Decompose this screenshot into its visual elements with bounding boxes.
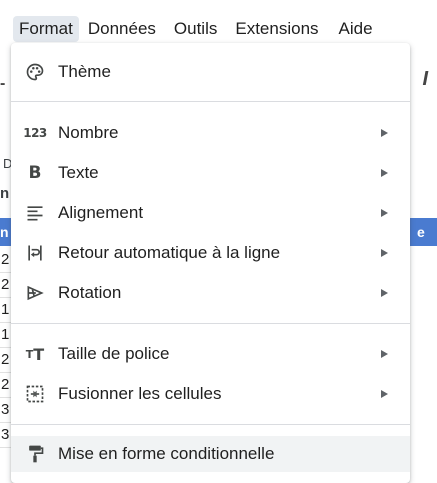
menu-item-label: Rotation: [58, 283, 122, 302]
bold-icon: B: [28, 163, 42, 183]
merge-cells-icon: [24, 383, 46, 405]
submenu-arrow-icon: [381, 169, 388, 177]
menu-item-label: Fusionner les cellules: [58, 384, 222, 403]
submenu-arrow-icon: [381, 350, 388, 358]
menu-item-text-wrapping[interactable]: Retour automatique à la ligne: [11, 235, 410, 271]
submenu-arrow-icon: [381, 129, 388, 137]
menu-item-merge-cells[interactable]: Fusionner les cellules: [11, 376, 410, 412]
menu-item-rotation[interactable]: Rotation: [11, 275, 410, 311]
menu-item-label: Taille de police: [58, 344, 170, 363]
format-dropdown-menu: Thème 123 Nombre B Texte Alignement Reto…: [11, 43, 410, 483]
menu-item-conditional-formatting[interactable]: Mise en forme conditionnelle: [11, 436, 410, 472]
sheet-fragment-bold: n: [0, 185, 10, 202]
menu-separator: [11, 323, 410, 324]
submenu-arrow-icon: [381, 289, 388, 297]
menu-item-font-size[interactable]: TT Taille de police: [11, 336, 410, 372]
paint-roller-icon: [24, 443, 46, 465]
text-wrap-icon: [24, 242, 46, 264]
menu-item-label: Alignement: [58, 203, 144, 222]
menu-extensions[interactable]: Extensions: [230, 15, 323, 43]
menu-aide[interactable]: Aide: [334, 15, 378, 43]
sheet-fragment-text: -: [0, 75, 6, 92]
menu-separator: [11, 101, 410, 102]
menu-item-label: Texte: [58, 163, 99, 182]
menu-separator: [11, 424, 410, 425]
menu-item-alignment[interactable]: Alignement: [11, 195, 410, 231]
align-left-icon: [24, 202, 46, 224]
menubar: Format Données Outils Extensions Aide: [0, 14, 437, 44]
number-123-icon: 123: [23, 126, 47, 140]
palette-icon: [24, 61, 46, 83]
italic-icon[interactable]: I: [422, 68, 428, 91]
menu-donnees[interactable]: Données: [83, 15, 161, 43]
submenu-arrow-icon: [381, 390, 388, 398]
menu-item-label: Nombre: [58, 123, 119, 142]
text-rotation-icon: [24, 282, 46, 304]
menu-item-label: Thème: [58, 62, 111, 81]
menu-item-text[interactable]: B Texte: [11, 155, 410, 191]
menu-format[interactable]: Format: [13, 16, 79, 42]
menu-outils[interactable]: Outils: [169, 15, 222, 43]
font-size-icon: TT: [25, 344, 45, 364]
submenu-arrow-icon: [381, 249, 388, 257]
menu-item-label: Mise en forme conditionnelle: [58, 444, 275, 463]
menu-item-number[interactable]: 123 Nombre: [11, 115, 410, 151]
submenu-arrow-icon: [381, 209, 388, 217]
menu-item-theme[interactable]: Thème: [11, 54, 410, 90]
menu-item-label: Retour automatique à la ligne: [58, 243, 281, 262]
